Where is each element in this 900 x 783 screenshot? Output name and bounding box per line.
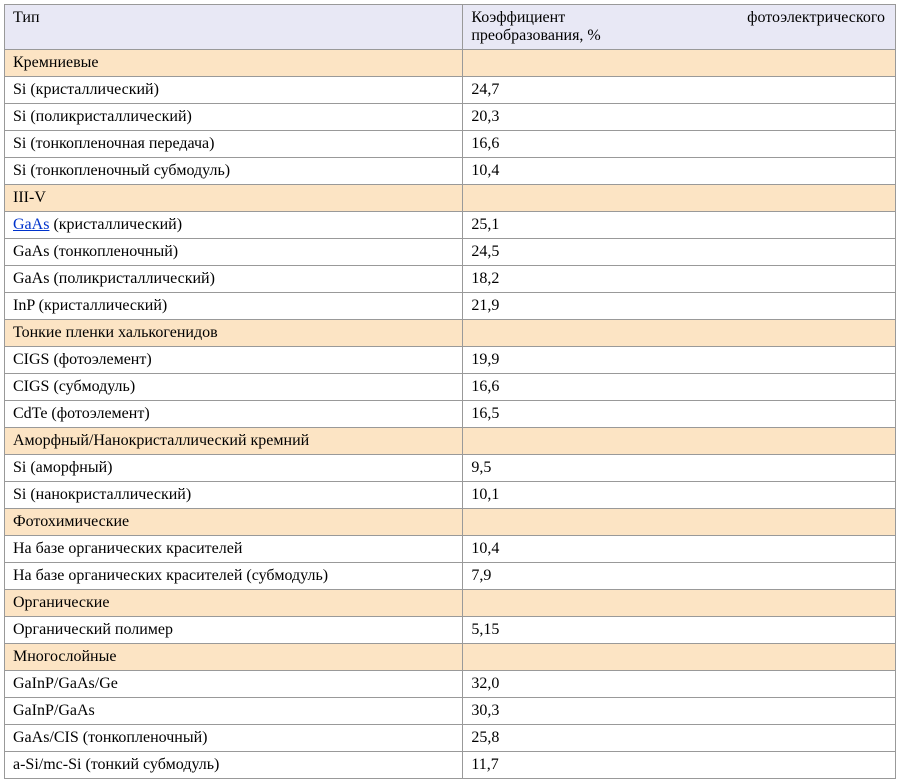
cell-type: Si (поликристаллический) — [5, 104, 463, 131]
table-row: Si (нанокристаллический)10,1 — [5, 482, 896, 509]
category-row: III-V — [5, 185, 896, 212]
cell-efficiency — [463, 185, 896, 212]
cell-type: Многослойные — [5, 644, 463, 671]
cell-type: Органический полимер — [5, 617, 463, 644]
cell-efficiency — [463, 509, 896, 536]
cell-efficiency: 24,7 — [463, 77, 896, 104]
cell-efficiency: 16,6 — [463, 131, 896, 158]
cell-type: Кремниевые — [5, 50, 463, 77]
cell-type: CIGS (субмодуль) — [5, 374, 463, 401]
table-row: На базе органических красителей10,4 — [5, 536, 896, 563]
category-row: Тонкие пленки халькогенидов — [5, 320, 896, 347]
category-row: Фотохимические — [5, 509, 896, 536]
cell-efficiency: 10,4 — [463, 536, 896, 563]
cell-efficiency — [463, 320, 896, 347]
cell-efficiency: 25,8 — [463, 725, 896, 752]
category-row: Многослойные — [5, 644, 896, 671]
cell-type: Тонкие пленки халькогенидов — [5, 320, 463, 347]
cell-efficiency: 5,15 — [463, 617, 896, 644]
cell-type-rest: (кристаллический) — [49, 216, 182, 233]
table-row: Si (тонкопленочный субмодуль)10,4 — [5, 158, 896, 185]
cell-type: Si (кристаллический) — [5, 77, 463, 104]
cell-type: Si (тонкопленочный субмодуль) — [5, 158, 463, 185]
header-eff-line2: преобразования, % — [471, 27, 885, 45]
cell-type: GaAs/CIS (тонкопленочный) — [5, 725, 463, 752]
table-row: InP (кристаллический)21,9 — [5, 293, 896, 320]
cell-type: Si (тонкопленочная передача) — [5, 131, 463, 158]
cell-efficiency: 16,5 — [463, 401, 896, 428]
cell-type: Аморфный/Нанокристаллический кремний — [5, 428, 463, 455]
cell-type: GaAs (тонкопленочный) — [5, 239, 463, 266]
cell-type: CdTe (фотоэлемент) — [5, 401, 463, 428]
cell-efficiency: 24,5 — [463, 239, 896, 266]
header-row: Тип Коэффициент фотоэлектрического преоб… — [5, 5, 896, 50]
cell-efficiency — [463, 590, 896, 617]
material-link[interactable]: GaAs — [13, 216, 49, 233]
table-row: a-Si/mc-Si (тонкий субмодуль)11,7 — [5, 752, 896, 779]
cell-efficiency: 20,3 — [463, 104, 896, 131]
table-row: GaInP/GaAs30,3 — [5, 698, 896, 725]
cell-type: Органические — [5, 590, 463, 617]
cell-type: GaAs (поликристаллический) — [5, 266, 463, 293]
cell-type: GaInP/GaAs — [5, 698, 463, 725]
table-row: GaAs/CIS (тонкопленочный)25,8 — [5, 725, 896, 752]
table-row: Si (аморфный)9,5 — [5, 455, 896, 482]
cell-efficiency — [463, 644, 896, 671]
table-row: Органический полимер5,15 — [5, 617, 896, 644]
header-efficiency: Коэффициент фотоэлектрического преобразо… — [463, 5, 896, 50]
cell-type: III-V — [5, 185, 463, 212]
cell-efficiency: 30,3 — [463, 698, 896, 725]
header-eff-word2: фотоэлектрического — [747, 9, 885, 26]
category-row: Аморфный/Нанокристаллический кремний — [5, 428, 896, 455]
cell-efficiency: 10,1 — [463, 482, 896, 509]
cell-efficiency: 18,2 — [463, 266, 896, 293]
table-row: Si (кристаллический)24,7 — [5, 77, 896, 104]
cell-type: GaInP/GaAs/Ge — [5, 671, 463, 698]
table-row: CdTe (фотоэлемент)16,5 — [5, 401, 896, 428]
cell-efficiency: 16,6 — [463, 374, 896, 401]
table-row: CIGS (субмодуль)16,6 — [5, 374, 896, 401]
category-row: Органические — [5, 590, 896, 617]
cell-type: На базе органических красителей (субмоду… — [5, 563, 463, 590]
cell-efficiency: 9,5 — [463, 455, 896, 482]
cell-type: GaAs (кристаллический) — [5, 212, 463, 239]
table-row: Si (поликристаллический)20,3 — [5, 104, 896, 131]
cell-type: Фотохимические — [5, 509, 463, 536]
header-eff-word1: Коэффициент — [471, 9, 565, 26]
header-type: Тип — [5, 5, 463, 50]
table-row: На базе органических красителей (субмоду… — [5, 563, 896, 590]
table-row: GaAs (поликристаллический)18,2 — [5, 266, 896, 293]
cell-efficiency: 7,9 — [463, 563, 896, 590]
cell-efficiency: 11,7 — [463, 752, 896, 779]
cell-efficiency: 32,0 — [463, 671, 896, 698]
table-row: CIGS (фотоэлемент)19,9 — [5, 347, 896, 374]
table-row: GaAs (тонкопленочный)24,5 — [5, 239, 896, 266]
cell-efficiency — [463, 50, 896, 77]
cell-efficiency: 21,9 — [463, 293, 896, 320]
cell-efficiency: 10,4 — [463, 158, 896, 185]
cell-efficiency: 19,9 — [463, 347, 896, 374]
cell-type: a-Si/mc-Si (тонкий субмодуль) — [5, 752, 463, 779]
cell-efficiency: 25,1 — [463, 212, 896, 239]
efficiency-table: Тип Коэффициент фотоэлектрического преоб… — [4, 4, 896, 779]
table-row: GaAs (кристаллический)25,1 — [5, 212, 896, 239]
category-row: Кремниевые — [5, 50, 896, 77]
cell-type: InP (кристаллический) — [5, 293, 463, 320]
cell-type: Si (нанокристаллический) — [5, 482, 463, 509]
table-row: Si (тонкопленочная передача)16,6 — [5, 131, 896, 158]
table-row: GaInP/GaAs/Ge32,0 — [5, 671, 896, 698]
cell-type: CIGS (фотоэлемент) — [5, 347, 463, 374]
cell-efficiency — [463, 428, 896, 455]
cell-type: Si (аморфный) — [5, 455, 463, 482]
cell-type: На базе органических красителей — [5, 536, 463, 563]
